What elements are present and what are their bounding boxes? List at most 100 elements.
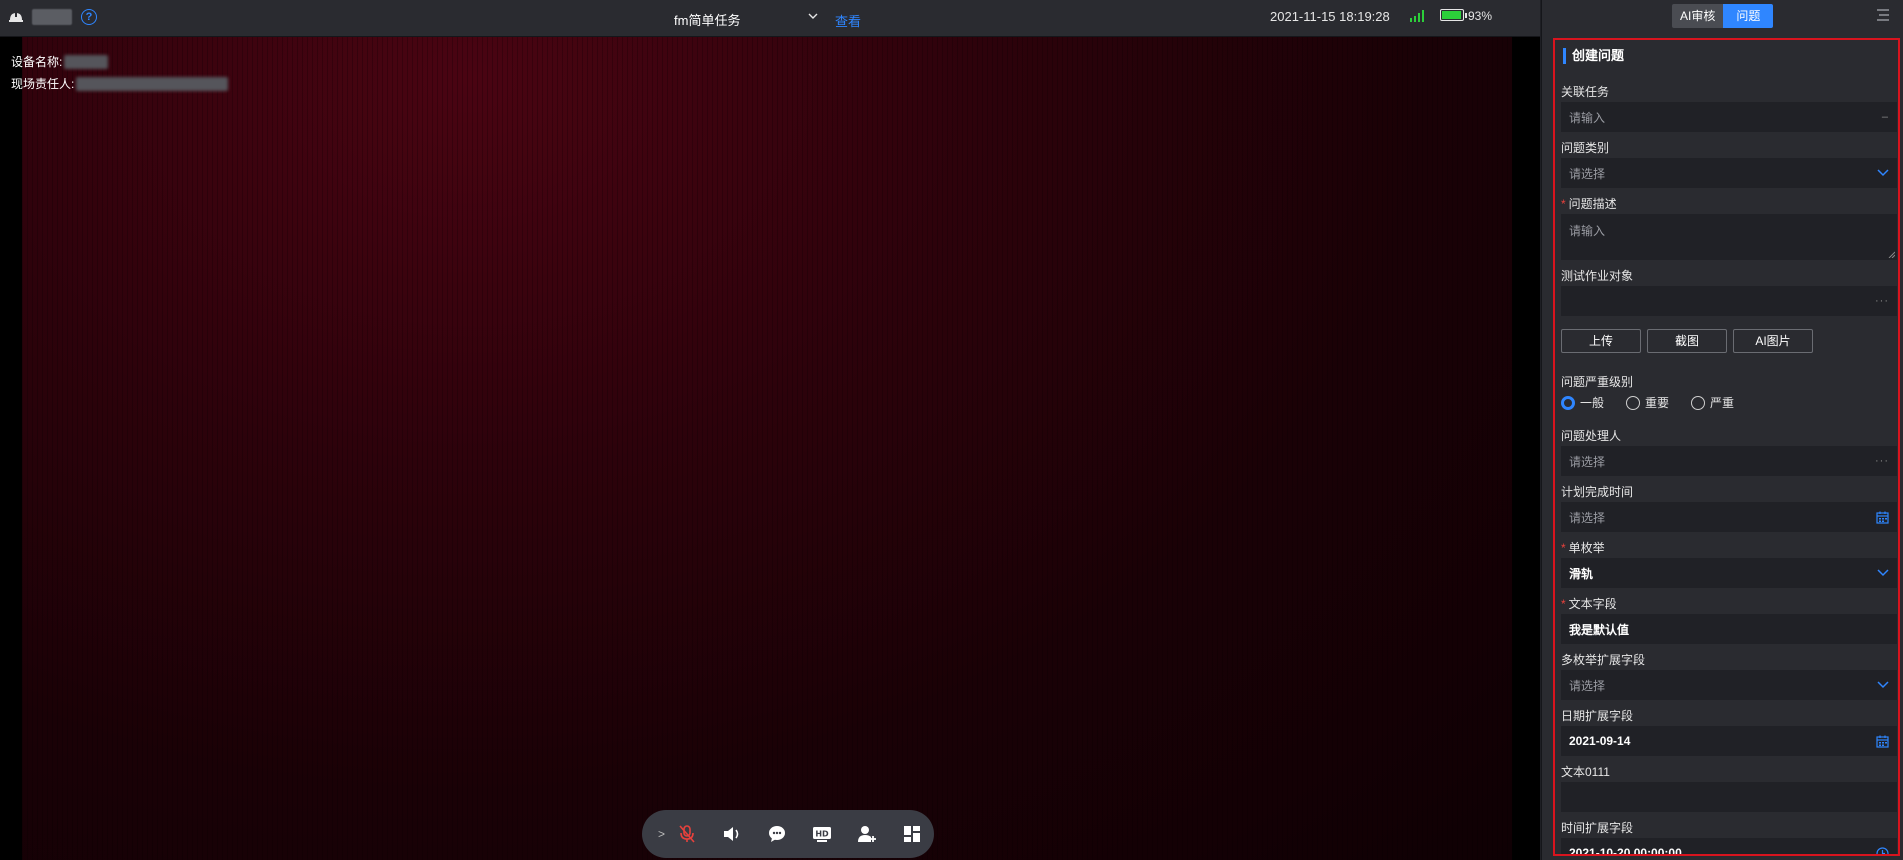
- field-text: * 文本字段 我是默认值: [1561, 596, 1897, 644]
- device-name-value-redacted: [64, 55, 109, 69]
- more-icon[interactable]: ···: [1875, 455, 1889, 467]
- field-category: 问题类别 请选择: [1561, 140, 1897, 188]
- field-single-enum: * 单枚举 滑轨: [1561, 540, 1897, 588]
- text-field-input[interactable]: 我是默认值: [1561, 614, 1897, 644]
- device-name-label: 设备名称:: [11, 55, 63, 69]
- svg-text:HD: HD: [815, 830, 829, 839]
- calendar-icon: [1876, 735, 1889, 748]
- upload-button[interactable]: 上传: [1561, 329, 1641, 353]
- severity-option-serious[interactable]: 严重: [1691, 394, 1734, 411]
- description-textarea[interactable]: 请输入: [1561, 214, 1897, 260]
- call-controls: > HD: [642, 810, 934, 858]
- resize-handle-icon[interactable]: [1888, 251, 1895, 258]
- chat-icon: [768, 826, 785, 842]
- side-panel: AI审核 问题 创建问题 关联任务 请输入 – 问题类别 请选择 *问题描述: [1541, 0, 1903, 860]
- hd-icon: HD: [812, 827, 831, 842]
- handler-select[interactable]: 请选择 ···: [1561, 446, 1897, 476]
- battery-icon: [1440, 9, 1467, 21]
- single-enum-label: * 单枚举: [1561, 541, 1605, 555]
- linked-task-placeholder: 请输入: [1569, 110, 1606, 125]
- mic-muted-button[interactable]: [664, 810, 709, 858]
- field-handler: 问题处理人 请选择 ···: [1561, 428, 1897, 476]
- chevron-down-icon: [1877, 169, 1889, 177]
- chevron-down-icon: [1877, 681, 1889, 689]
- device-name-redacted: [32, 9, 72, 25]
- time-field-picker[interactable]: 2021-10-20 00:00:00: [1561, 838, 1897, 856]
- responsible-person-value-redacted: [76, 77, 229, 91]
- severity-radio-group: 一般 重要 严重: [1561, 394, 1897, 411]
- field-planned-time: 计划完成时间 请选择: [1561, 484, 1897, 532]
- menu-icon[interactable]: [1876, 8, 1890, 22]
- date-field-picker[interactable]: 2021-09-14: [1561, 726, 1897, 756]
- field-text0111: 文本0111: [1561, 764, 1897, 812]
- test-object-input[interactable]: ···: [1561, 286, 1897, 316]
- field-linked-task: 关联任务 请输入 –: [1561, 84, 1897, 132]
- dash-icon: –: [1881, 111, 1889, 123]
- description-label: * 问题描述: [1561, 197, 1617, 211]
- add-user-button[interactable]: [844, 810, 889, 858]
- form-title: 创建问题: [1563, 48, 1624, 64]
- field-test-object: 测试作业对象 ···: [1561, 268, 1897, 316]
- attachment-buttons: 上传 截图 AI图片: [1561, 329, 1813, 353]
- text0111-label: 文本0111: [1561, 765, 1610, 779]
- chevron-down-icon[interactable]: [808, 11, 818, 21]
- severity-option-important[interactable]: 重要: [1626, 394, 1669, 411]
- field-description: * 问题描述 请输入: [1561, 196, 1897, 260]
- speaker-icon: [723, 827, 738, 841]
- hd-button[interactable]: HD: [799, 810, 844, 858]
- tab-ai-review[interactable]: AI审核: [1672, 4, 1724, 28]
- create-issue-form: 创建问题 关联任务 请输入 – 问题类别 请选择 * 问题描述 请输入 测试作业…: [1553, 38, 1900, 856]
- add-user-icon: [857, 826, 876, 842]
- device-info-overlay: 设备名称: 现场责任人:: [11, 51, 229, 95]
- category-label: 问题类别: [1561, 141, 1610, 155]
- planned-time-placeholder: 请选择: [1569, 510, 1606, 525]
- mic-muted-icon: [678, 825, 695, 843]
- handler-label: 问题处理人: [1561, 429, 1622, 443]
- multi-enum-label: 多枚举扩展字段: [1561, 653, 1646, 667]
- multi-enum-placeholder: 请选择: [1569, 678, 1606, 693]
- screenshot-button[interactable]: 截图: [1647, 329, 1727, 353]
- video-frame: [22, 37, 1512, 860]
- field-date: 日期扩展字段 2021-09-14: [1561, 708, 1897, 756]
- field-multi-enum: 多枚举扩展字段 请选择: [1561, 652, 1897, 700]
- video-stream[interactable]: 设备名称: 现场责任人: > HD: [0, 37, 1540, 860]
- date-field-value: 2021-09-14: [1569, 734, 1631, 748]
- help-icon[interactable]: ?: [81, 9, 97, 25]
- multi-enum-select[interactable]: 请选择: [1561, 670, 1897, 700]
- battery-level: 93%: [1468, 9, 1493, 23]
- more-icon[interactable]: ···: [1875, 295, 1889, 307]
- top-bar: ? fm简单任务 查看 2021-11-15 18:19:28 93%: [0, 0, 1540, 37]
- panel-tabs: AI审核 问题: [1672, 4, 1774, 28]
- tab-issue[interactable]: 问题: [1723, 4, 1774, 28]
- time-field-value: 2021-10-20 00:00:00: [1569, 846, 1682, 856]
- category-placeholder: 请选择: [1569, 166, 1606, 181]
- layout-button[interactable]: [889, 810, 934, 858]
- field-time: 时间扩展字段 2021-10-20 00:00:00: [1561, 820, 1897, 856]
- responsible-person-label: 现场责任人:: [11, 77, 75, 91]
- helmet-icon: [9, 13, 23, 22]
- single-enum-value: 滑轨: [1569, 566, 1594, 581]
- planned-time-label: 计划完成时间: [1561, 485, 1634, 499]
- test-object-label: 测试作业对象: [1561, 269, 1634, 283]
- text0111-input[interactable]: [1561, 782, 1897, 812]
- severity-option-normal[interactable]: 一般: [1561, 394, 1604, 411]
- view-link[interactable]: 查看: [835, 11, 861, 30]
- radio-unchecked-icon: [1691, 395, 1706, 410]
- category-select[interactable]: 请选择: [1561, 158, 1897, 188]
- single-enum-select[interactable]: 滑轨: [1561, 558, 1897, 588]
- description-placeholder: 请输入: [1569, 224, 1606, 238]
- calendar-icon: [1876, 511, 1889, 524]
- ai-image-button[interactable]: AI图片: [1733, 329, 1813, 353]
- radio-unchecked-icon: [1626, 395, 1641, 410]
- planned-time-picker[interactable]: 请选择: [1561, 502, 1897, 532]
- linked-task-label: 关联任务: [1561, 85, 1610, 99]
- signal-icon: [1410, 10, 1424, 22]
- linked-task-input[interactable]: 请输入 –: [1561, 102, 1897, 132]
- speaker-button[interactable]: [709, 810, 754, 858]
- clock-icon: [1876, 846, 1889, 854]
- task-selector[interactable]: fm简单任务: [674, 10, 740, 29]
- text-field-value: 我是默认值: [1569, 622, 1630, 637]
- chat-button[interactable]: [754, 810, 799, 858]
- radio-checked-icon: [1561, 395, 1575, 410]
- handler-placeholder: 请选择: [1569, 454, 1606, 469]
